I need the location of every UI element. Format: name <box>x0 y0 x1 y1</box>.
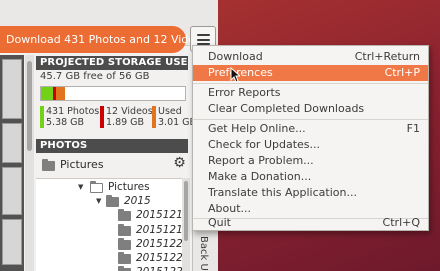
menu-item-download[interactable]: Download Ctrl+Return <box>193 49 428 65</box>
menu-item-preferences[interactable]: Preferences Ctrl+P <box>193 65 428 81</box>
storage-free-text: 45.7 GB free of 56 GB <box>40 71 150 82</box>
scrollbar-handle[interactable] <box>27 61 32 151</box>
legend-videos: 12 Videos 1.89 GB <box>106 106 153 128</box>
tree-row[interactable]: 20151218 <box>36 223 189 238</box>
folder-icon <box>90 181 103 193</box>
menu-item-report-problem[interactable]: Report a Problem... <box>193 153 428 169</box>
legend-swatch-used <box>152 106 156 128</box>
download-button[interactable]: Download 431 Photos and 12 Videos <box>0 26 208 53</box>
hamburger-icon <box>197 34 210 45</box>
backup-tab-label: Back Up <box>198 236 209 271</box>
folder-icon <box>42 159 55 171</box>
storage-section-title: PROJECTED STORAGE USE <box>36 56 188 70</box>
mouse-cursor-icon <box>230 67 240 83</box>
folder-icon <box>118 238 131 250</box>
legend-used: Used 3.01 GB <box>158 106 197 128</box>
legend-swatch-videos <box>100 106 104 128</box>
menu-separator <box>193 83 428 84</box>
photos-section-title: PHOTOS <box>36 139 188 153</box>
thumbnail[interactable] <box>2 167 22 215</box>
folder-tree[interactable]: ▼ Pictures ▼ 2015 20151217 20151218 2015… <box>36 178 189 271</box>
thumbnail-strip[interactable] <box>0 55 24 271</box>
tree-row[interactable]: 20151224 <box>36 251 189 266</box>
tree-row[interactable]: ▼ Pictures <box>36 180 182 195</box>
thumbnail[interactable] <box>2 123 22 163</box>
thumbnail-scrollbar[interactable] <box>25 55 34 271</box>
tree-row[interactable]: 20151225 <box>36 265 189 271</box>
scrollbar-handle[interactable] <box>184 181 188 241</box>
expand-arrow-icon[interactable]: ▼ <box>96 194 101 209</box>
folder-icon <box>106 195 119 207</box>
tree-row[interactable]: ▼ 2015 <box>36 194 182 209</box>
storage-bar <box>40 86 186 101</box>
thumbnail[interactable] <box>2 59 22 119</box>
tree-row[interactable]: 20151222 <box>36 237 189 252</box>
legend-swatch-photos <box>40 106 44 128</box>
photo-source-row[interactable]: Pictures <box>36 154 188 176</box>
main-menu-dropdown: Download Ctrl+Return Preferences Ctrl+P Er… <box>192 45 429 231</box>
photo-source-label: Pictures <box>60 158 104 171</box>
menu-item-error-reports[interactable]: Error Reports <box>193 85 428 101</box>
main-window: Download 431 Photos and 12 Videos PROJEC… <box>0 0 218 271</box>
gear-icon[interactable]: ⚙ <box>173 156 186 170</box>
folder-icon <box>118 224 131 236</box>
menu-item-translate[interactable]: Translate this Application... <box>193 185 428 201</box>
legend-photos: 431 Photos 5.38 GB <box>46 106 100 128</box>
menu-separator <box>193 119 428 120</box>
menu-item-clear-completed[interactable]: Clear Completed Downloads <box>193 101 428 117</box>
tree-row[interactable]: 20151217 <box>36 208 189 223</box>
thumbnail[interactable] <box>2 219 22 265</box>
storage-bar-used <box>56 87 65 100</box>
tree-label: 2015 <box>124 195 151 207</box>
menu-item-donation[interactable]: Make a Donation... <box>193 169 428 185</box>
menu-item-quit[interactable]: Quit Ctrl+Q <box>193 215 428 231</box>
tree-label: Pictures <box>108 181 150 193</box>
tree-scrollbar[interactable] <box>182 178 190 271</box>
menu-item-help-online[interactable]: Get Help Online... F1 <box>193 121 428 137</box>
storage-bar-photos <box>41 87 53 100</box>
menu-item-check-updates[interactable]: Check for Updates... <box>193 137 428 153</box>
expand-arrow-icon[interactable]: ▼ <box>78 180 83 195</box>
folder-icon <box>118 252 131 264</box>
folder-icon <box>118 209 131 221</box>
